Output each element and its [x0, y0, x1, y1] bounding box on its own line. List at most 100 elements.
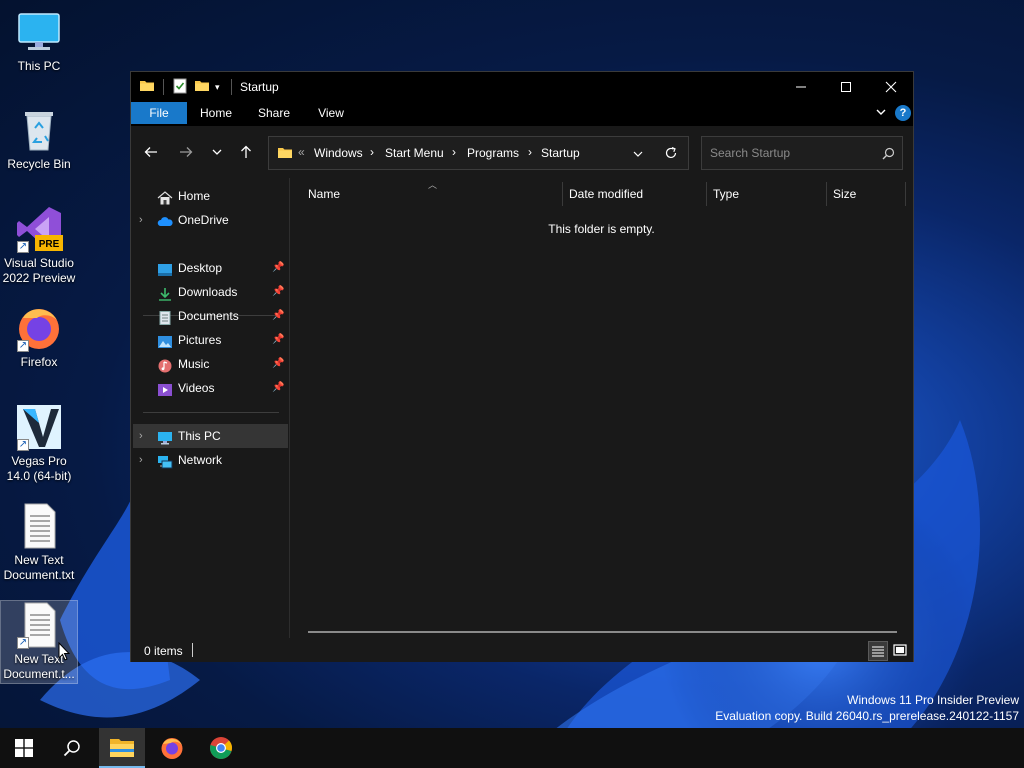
- shortcut-arrow-icon: ↗: [17, 241, 29, 253]
- breadcrumb-separator-icon[interactable]: ›: [370, 145, 374, 159]
- pre-badge: PRE: [39, 239, 60, 250]
- search-button[interactable]: [49, 728, 95, 768]
- search-box[interactable]: [701, 136, 903, 170]
- nav-item-music[interactable]: Music 📌: [131, 352, 289, 376]
- desktop-icon-this-pc[interactable]: This PC: [0, 8, 78, 74]
- nav-item-downloads[interactable]: Downloads 📌: [131, 280, 289, 304]
- shortcut-arrow-icon: ↗: [17, 637, 29, 649]
- close-button[interactable]: [868, 72, 914, 102]
- tab-home[interactable]: Home: [195, 102, 237, 124]
- nav-item-this-pc[interactable]: › This PC: [133, 424, 288, 448]
- tab-share[interactable]: Share: [253, 102, 295, 124]
- watermark-build: Evaluation copy. Build 26040.rs_prerelea…: [715, 709, 1019, 723]
- document-icon: [157, 309, 173, 325]
- column-divider[interactable]: [905, 182, 906, 206]
- nav-item-home[interactable]: Home: [131, 184, 289, 208]
- back-button[interactable]: [139, 140, 163, 164]
- visual-studio-icon: PRE ↗: [15, 205, 63, 253]
- taskbar-file-explorer[interactable]: [99, 728, 145, 768]
- column-divider[interactable]: [562, 182, 563, 206]
- refresh-icon[interactable]: [664, 146, 678, 163]
- breadcrumb-overflow[interactable]: «: [298, 145, 305, 159]
- desktop-icon-vegas-pro[interactable]: ↗ Vegas Pro 14.0 (64-bit): [0, 403, 78, 484]
- nav-item-onedrive[interactable]: › OneDrive: [131, 208, 289, 232]
- text-document-icon: [15, 502, 63, 550]
- desktop-icon-label: Recycle Bin: [7, 157, 71, 171]
- nav-item-documents[interactable]: Documents 📌: [131, 304, 289, 328]
- expand-chevron-icon[interactable]: ›: [139, 424, 143, 448]
- expand-chevron-icon[interactable]: ›: [139, 448, 143, 472]
- desktop-icon-recycle-bin[interactable]: Recycle Bin: [0, 106, 78, 172]
- new-folder-icon[interactable]: [194, 78, 210, 96]
- details-view-button[interactable]: [868, 641, 888, 661]
- sort-ascending-icon: ︿: [428, 180, 438, 190]
- download-arrow-icon: [157, 285, 173, 301]
- tab-file[interactable]: File: [131, 102, 187, 124]
- desktop-icon-label: This PC: [17, 59, 61, 73]
- breadcrumb-programs[interactable]: Programs: [467, 146, 519, 160]
- navigation-pane: Home › OneDrive Desktop 📌 Downloads 📌 Do…: [131, 178, 289, 630]
- tab-view[interactable]: View: [311, 102, 351, 124]
- recent-locations-button[interactable]: [205, 140, 229, 164]
- breadcrumb-separator-icon[interactable]: ›: [528, 145, 532, 159]
- taskbar-firefox[interactable]: [149, 728, 195, 768]
- breadcrumb-windows[interactable]: Windows: [314, 146, 363, 160]
- minimize-button[interactable]: [778, 72, 824, 102]
- pin-icon[interactable]: 📌: [272, 376, 284, 400]
- column-header-name[interactable]: Name: [308, 187, 340, 201]
- column-divider[interactable]: [826, 182, 827, 206]
- properties-icon[interactable]: [173, 78, 187, 96]
- search-icon[interactable]: [882, 147, 895, 163]
- pin-icon[interactable]: 📌: [272, 304, 284, 328]
- column-divider[interactable]: [706, 182, 707, 206]
- breadcrumb-separator-icon[interactable]: ›: [452, 145, 456, 159]
- file-list[interactable]: ︿ Name Date modified Type Size This fold…: [290, 178, 913, 638]
- column-header-size[interactable]: Size: [833, 187, 856, 201]
- address-history-chevron-icon[interactable]: [632, 148, 644, 163]
- column-header-date-modified[interactable]: Date modified: [569, 187, 643, 201]
- nav-item-network[interactable]: › Network: [131, 448, 289, 472]
- desktop-icon-text-document[interactable]: New Text Document.txt: [0, 502, 78, 583]
- maximize-button[interactable]: [823, 72, 869, 102]
- pin-icon[interactable]: 📌: [272, 256, 284, 280]
- title-bar[interactable]: ▾ Startup: [131, 72, 913, 102]
- nav-divider: [143, 412, 279, 413]
- pin-icon[interactable]: 📌: [272, 352, 284, 376]
- desktop-icon-visual-studio[interactable]: PRE ↗ Visual Studio 2022 Preview: [0, 205, 78, 286]
- status-divider: [192, 643, 193, 657]
- monitor-icon: [15, 8, 63, 56]
- text-document-icon: ↗: [15, 601, 63, 649]
- pin-icon[interactable]: 📌: [272, 328, 284, 352]
- horizontal-scrollbar[interactable]: [308, 631, 897, 633]
- status-bar: 0 items: [131, 638, 913, 662]
- expand-ribbon-chevron-icon[interactable]: [875, 106, 887, 121]
- music-icon: [157, 357, 173, 373]
- desktop-folder-icon: [157, 261, 173, 276]
- nav-item-desktop[interactable]: Desktop 📌: [131, 256, 289, 280]
- taskbar-chrome[interactable]: [198, 728, 244, 768]
- details-view-icon: [872, 646, 884, 657]
- breadcrumb-start-menu[interactable]: Start Menu: [385, 146, 444, 160]
- customize-qat-chevron-icon[interactable]: ▾: [215, 82, 220, 100]
- column-header-type[interactable]: Type: [713, 187, 739, 201]
- address-bar[interactable]: « Windows › Start Menu › Programs › Star…: [268, 136, 689, 170]
- forward-button[interactable]: [174, 140, 198, 164]
- nav-item-pictures[interactable]: Pictures 📌: [131, 328, 289, 352]
- home-icon: [157, 189, 173, 205]
- vegas-pro-icon: ↗: [15, 403, 63, 451]
- file-explorer-icon: [110, 739, 134, 757]
- help-icon[interactable]: ?: [895, 105, 911, 121]
- breadcrumb-startup[interactable]: Startup: [541, 146, 580, 160]
- ribbon-tabs: File Home Share View ?: [131, 102, 913, 126]
- search-input[interactable]: [710, 145, 870, 161]
- pin-icon[interactable]: 📌: [272, 280, 284, 304]
- desktop-icon-firefox[interactable]: ↗ Firefox: [0, 304, 78, 370]
- start-button[interactable]: [1, 728, 47, 768]
- up-button[interactable]: [234, 140, 258, 164]
- pictures-icon: [157, 333, 173, 348]
- large-icons-view-button[interactable]: [890, 641, 910, 661]
- monitor-icon: [157, 429, 173, 445]
- expand-chevron-icon[interactable]: ›: [139, 208, 143, 232]
- nav-item-videos[interactable]: Videos 📌: [131, 376, 289, 400]
- shortcut-arrow-icon: ↗: [17, 340, 29, 352]
